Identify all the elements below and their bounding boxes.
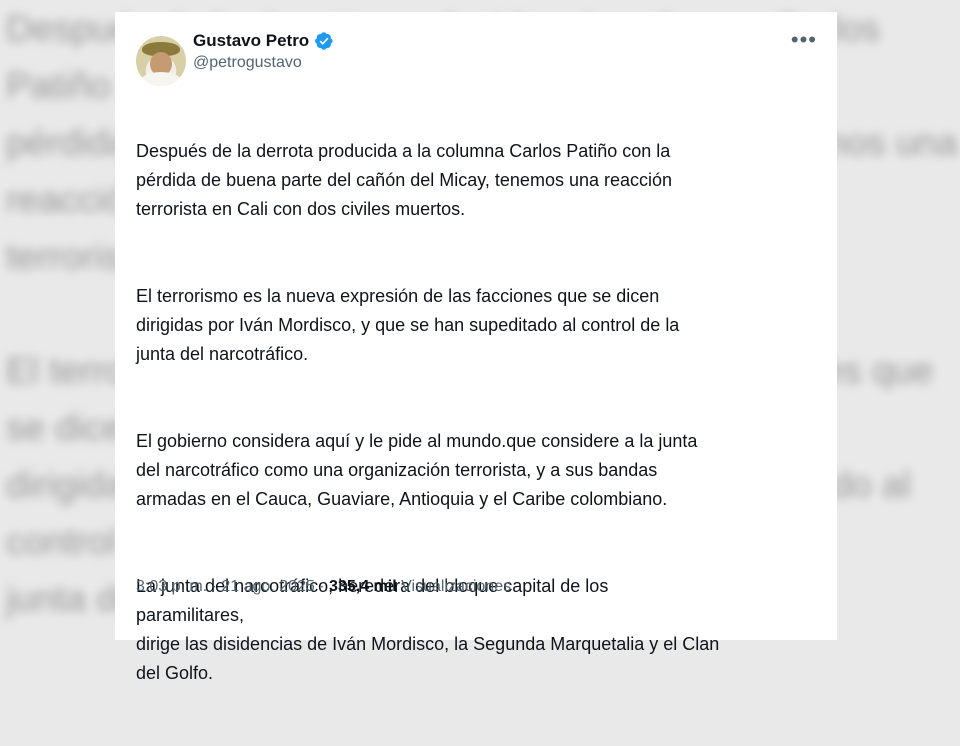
author-handle[interactable]: @petrogustavo <box>193 54 334 72</box>
tweet-card: Gustavo Petro @petrogustavo ••• Después … <box>115 12 837 683</box>
tweet-paragraph: Después de la derrota producida a la col… <box>136 141 673 219</box>
meta-separator: · <box>319 578 325 595</box>
author-name[interactable]: Gustavo Petro <box>193 31 309 51</box>
author-avatar[interactable] <box>136 36 186 86</box>
tweet-paragraph: El gobierno considera aquí y le pide al … <box>136 431 698 509</box>
author-name-row: Gustavo Petro <box>193 31 334 51</box>
views-label: Visualizaciones <box>401 578 512 595</box>
tweet-date[interactable]: 21 ago. 2025 <box>221 578 314 595</box>
tweet-metadata: 3:03 p. m. · 21 ago. 2025 · 335,4 mil Vi… <box>136 578 511 596</box>
tweet-time[interactable]: 3:03 p. m. <box>136 578 207 595</box>
views-count: 335,4 mil <box>329 578 397 595</box>
more-options-icon[interactable]: ••• <box>791 29 817 51</box>
tweet-paragraph: El terrorismo es la nueva expresión de l… <box>136 286 680 364</box>
verified-badge-icon <box>315 32 333 50</box>
meta-separator: · <box>211 578 217 595</box>
tweet-text: Después de la derrota producida a la col… <box>136 108 817 746</box>
author-info: Gustavo Petro @petrogustavo <box>193 30 334 72</box>
tweet-header: Gustavo Petro @petrogustavo ••• <box>136 29 817 94</box>
avatar-shirt <box>140 72 182 86</box>
